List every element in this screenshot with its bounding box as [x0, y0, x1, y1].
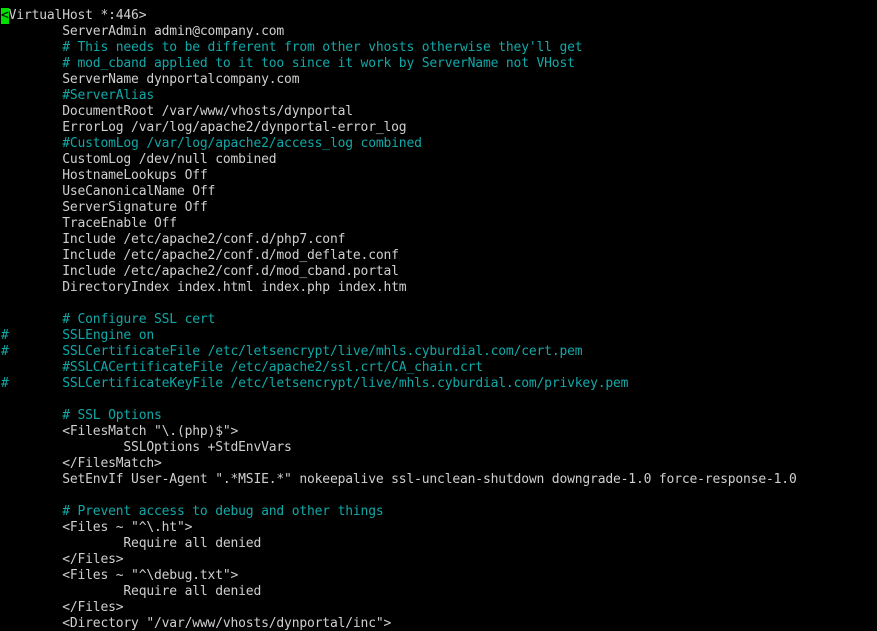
- code-text: <Directory "/var/www/vhosts/dynportal/in…: [1, 616, 392, 631]
- code-text: <Files ~ "^\.ht">: [1, 520, 193, 535]
- editor-line[interactable]: Include /etc/apache2/conf.d/mod_deflate.…: [0, 248, 877, 264]
- editor-line[interactable]: [0, 392, 877, 408]
- editor-line[interactable]: #CustomLog /var/log/apache2/access_log c…: [0, 136, 877, 152]
- editor-line[interactable]: <VirtualHost *:446>: [0, 8, 877, 24]
- editor-line[interactable]: CustomLog /dev/null combined: [0, 152, 877, 168]
- code-text: </FilesMatch>: [1, 456, 162, 471]
- comment-text: #: [1, 344, 9, 359]
- code-text: <FilesMatch "\.(php)$">: [1, 424, 239, 439]
- comment-text: # SSL Options: [62, 408, 162, 423]
- code-text: DirectoryIndex index.html index.php inde…: [1, 280, 407, 295]
- code-text: Include /etc/apache2/conf.d/mod_cband.po…: [1, 264, 399, 279]
- editor-line[interactable]: Require all denied: [0, 584, 877, 600]
- editor-line[interactable]: Include /etc/apache2/conf.d/mod_cband.po…: [0, 264, 877, 280]
- editor-line[interactable]: # SSL Options: [0, 408, 877, 424]
- comment-text: SSLCertificateFile /etc/letsencrypt/live…: [62, 344, 583, 359]
- code-text: <Files ~ "^\debug.txt">: [1, 568, 239, 583]
- comment-text: # mod_cband applied to it too since it w…: [62, 56, 575, 71]
- code-text: ServerSignature Off: [1, 200, 208, 215]
- editor-line[interactable]: <Files ~ "^\.ht">: [0, 520, 877, 536]
- code-text: UseCanonicalName Off: [1, 184, 216, 199]
- editor-line[interactable]: # mod_cband applied to it too since it w…: [0, 56, 877, 72]
- editor-line[interactable]: ServerSignature Off: [0, 200, 877, 216]
- editor-line[interactable]: HostnameLookups Off: [0, 168, 877, 184]
- comment-text: # Configure SSL cert: [62, 312, 216, 327]
- code-text: ServerName dynportalcompany.com: [1, 72, 300, 87]
- editor-line[interactable]: Require all denied: [0, 536, 877, 552]
- comment-text: #SSLCACertificateFile /etc/apache2/ssl.c…: [62, 360, 483, 375]
- editor-line[interactable]: SSLOptions +StdEnvVars: [0, 440, 877, 456]
- code-text: Include /etc/apache2/conf.d/mod_deflate.…: [1, 248, 399, 263]
- editor-line[interactable]: ErrorLog /var/log/apache2/dynportal-erro…: [0, 120, 877, 136]
- editor-line[interactable]: # SSLCertificateFile /etc/letsencrypt/li…: [0, 344, 877, 360]
- editor-line[interactable]: ServerAdmin admin@company.com: [0, 24, 877, 40]
- code-text: </Files>: [1, 600, 124, 615]
- code-text: DocumentRoot /var/www/vhosts/dynportal: [1, 104, 353, 119]
- comment-text: SSLEngine on: [62, 328, 155, 343]
- code-text: ErrorLog /var/log/apache2/dynportal-erro…: [1, 120, 407, 135]
- editor-line[interactable]: SetEnvIf User-Agent ".*MSIE.*" nokeepali…: [0, 472, 877, 488]
- editor-line[interactable]: DocumentRoot /var/www/vhosts/dynportal: [0, 104, 877, 120]
- code-text: Require all denied: [1, 584, 262, 599]
- code-text: TraceEnable Off: [1, 216, 177, 231]
- comment-text: #CustomLog /var/log/apache2/access_log c…: [62, 136, 422, 151]
- code-text: SetEnvIf User-Agent ".*MSIE.*" nokeepali…: [1, 472, 797, 487]
- editor-line[interactable]: TraceEnable Off: [0, 216, 877, 232]
- editor-line[interactable]: # SSLEngine on: [0, 328, 877, 344]
- editor-line[interactable]: <Files ~ "^\debug.txt">: [0, 568, 877, 584]
- comment-text: #: [1, 328, 9, 343]
- editor-line[interactable]: #SSLCACertificateFile /etc/apache2/ssl.c…: [0, 360, 877, 376]
- comment-text: #: [1, 376, 9, 391]
- editor-line[interactable]: # Prevent access to debug and other thin…: [0, 504, 877, 520]
- editor-line[interactable]: DirectoryIndex index.html index.php inde…: [0, 280, 877, 296]
- editor-line[interactable]: </Files>: [0, 600, 877, 616]
- code-text: Include /etc/apache2/conf.d/php7.conf: [1, 232, 346, 247]
- editor-line[interactable]: UseCanonicalName Off: [0, 184, 877, 200]
- editor-line[interactable]: Include /etc/apache2/conf.d/php7.conf: [0, 232, 877, 248]
- editor-line[interactable]: # SSLCertificateKeyFile /etc/letsencrypt…: [0, 376, 877, 392]
- editor-line[interactable]: [0, 488, 877, 504]
- code-text: VirtualHost *:446>: [8, 8, 147, 23]
- comment-text: #ServerAlias: [62, 88, 155, 103]
- editor-line[interactable]: [0, 296, 877, 312]
- comment-text: # Prevent access to debug and other thin…: [62, 504, 384, 519]
- editor-line[interactable]: # This needs to be different from other …: [0, 40, 877, 56]
- editor-line[interactable]: <Directory "/var/www/vhosts/dynportal/in…: [0, 616, 877, 631]
- editor-line[interactable]: ServerName dynportalcompany.com: [0, 72, 877, 88]
- comment-text: SSLCertificateKeyFile /etc/letsencrypt/l…: [62, 376, 629, 391]
- code-text: Require all denied: [1, 536, 262, 551]
- code-text: </Files>: [1, 552, 124, 567]
- editor-text-buffer[interactable]: <VirtualHost *:446> ServerAdmin admin@co…: [0, 8, 877, 631]
- editor-line[interactable]: <FilesMatch "\.(php)$">: [0, 424, 877, 440]
- text-cursor: <: [1, 8, 9, 24]
- editor-line[interactable]: # Configure SSL cert: [0, 312, 877, 328]
- editor-line[interactable]: #ServerAlias: [0, 88, 877, 104]
- editor-line[interactable]: </FilesMatch>: [0, 456, 877, 472]
- editor-line[interactable]: </Files>: [0, 552, 877, 568]
- code-text: HostnameLookups Off: [1, 168, 208, 183]
- terminal-window[interactable]: <VirtualHost *:446> ServerAdmin admin@co…: [0, 0, 877, 631]
- code-text: CustomLog /dev/null combined: [1, 152, 277, 167]
- code-text: ServerAdmin admin@company.com: [1, 24, 285, 39]
- comment-text: # This needs to be different from other …: [62, 40, 583, 55]
- code-text: SSLOptions +StdEnvVars: [1, 440, 292, 455]
